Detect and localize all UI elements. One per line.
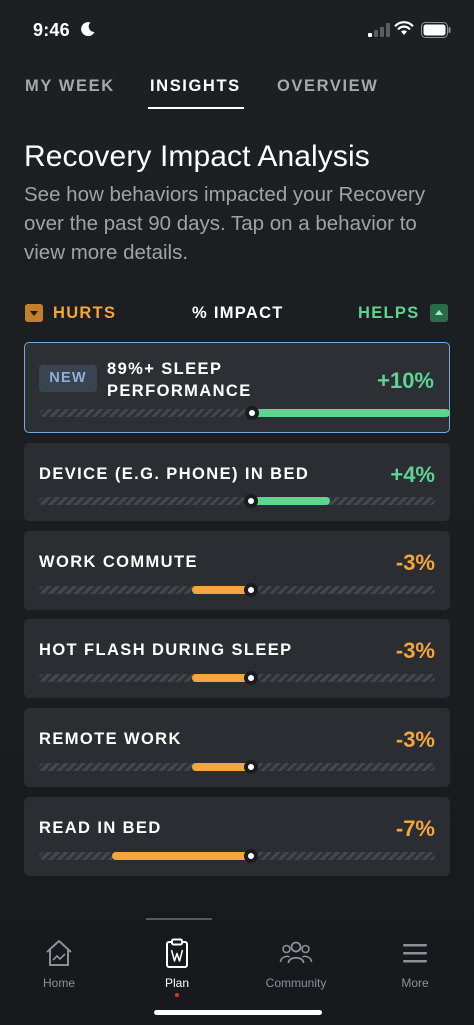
nav-community-label: Community [265, 976, 327, 990]
impact-origin-dot [245, 406, 259, 420]
impact-label: % IMPACT [192, 304, 284, 322]
impact-origin-dot [244, 494, 258, 508]
impact-origin-dot [244, 671, 258, 685]
impact-fill [112, 852, 251, 860]
impact-bar [39, 494, 435, 508]
impact-origin-dot [244, 583, 258, 597]
cellular-signal-icon [368, 23, 390, 37]
impact-legend: HURTS % IMPACT HELPS [0, 302, 474, 326]
hurts-label: HURTS [53, 304, 117, 322]
bottom-nav: Home Plan Community More [0, 918, 474, 1025]
behavior-label: WORK COMMUTE [39, 553, 198, 571]
behavior-card-read-in-bed[interactable]: READ IN BED -7% [24, 797, 450, 876]
behavior-card-remote-work[interactable]: REMOTE WORK -3% [24, 708, 450, 787]
behavior-card-device-in-bed[interactable]: DEVICE (E.G. PHONE) IN BED +4% [24, 443, 450, 521]
tab-overview[interactable]: OVERVIEW [277, 77, 378, 96]
impact-fill [191, 674, 251, 682]
impact-fill [191, 586, 251, 594]
behavior-label-line2: PERFORMANCE [107, 382, 252, 400]
plan-clipboard-icon [166, 938, 188, 968]
impact-fill [191, 763, 251, 771]
caret-up-icon [430, 304, 448, 322]
nav-divider [146, 918, 212, 920]
behavior-card-hot-flash[interactable]: HOT FLASH DURING SLEEP -3% [24, 619, 450, 698]
behavior-card-work-commute[interactable]: WORK COMMUTE -3% [24, 531, 450, 610]
impact-value: -3% [395, 550, 435, 575]
top-tabs: MY WEEK INSIGHTS OVERVIEW [0, 77, 474, 111]
impact-track [39, 497, 435, 505]
behavior-card-sleep-performance[interactable]: NEW 89%+ SLEEP PERFORMANCE +10% [24, 342, 450, 433]
page-title: Recovery Impact Analysis [24, 140, 370, 173]
wifi-icon [394, 21, 414, 35]
home-indicator [154, 1010, 322, 1015]
nav-home[interactable]: Home [14, 938, 104, 990]
impact-value: +10% [377, 368, 434, 393]
tab-insights[interactable]: INSIGHTS [150, 77, 241, 96]
nav-plan-label: Plan [164, 976, 190, 990]
nav-more[interactable]: More [370, 938, 460, 990]
battery-icon [421, 22, 451, 38]
page-subtitle: See how behaviors impacted your Recovery… [24, 183, 426, 264]
nav-more-label: More [401, 976, 429, 990]
nav-community[interactable]: Community [251, 938, 341, 990]
behavior-label: DEVICE (E.G. PHONE) IN BED [39, 465, 310, 483]
moon-icon [81, 22, 95, 37]
impact-bar [39, 671, 435, 685]
impact-value: +4% [390, 462, 435, 487]
impact-value: -3% [395, 638, 435, 663]
behavior-label: READ IN BED [39, 819, 162, 837]
impact-bar [39, 849, 435, 863]
impact-bar [40, 406, 450, 420]
impact-fill [252, 409, 450, 417]
nav-home-label: Home [42, 976, 75, 990]
status-bar: 9:46 [0, 0, 474, 60]
nav-plan[interactable]: Plan [132, 938, 222, 997]
impact-bar [39, 583, 435, 597]
impact-origin-dot [244, 849, 258, 863]
impact-value: -3% [395, 727, 435, 752]
active-tab-indicator [148, 107, 244, 109]
home-icon [46, 940, 72, 966]
tab-my-week[interactable]: MY WEEK [25, 77, 115, 96]
menu-icon [403, 944, 427, 963]
caret-down-icon [25, 304, 43, 322]
behavior-label: HOT FLASH DURING SLEEP [39, 641, 293, 659]
status-time: 9:46 [33, 20, 70, 40]
impact-value: -7% [395, 816, 435, 841]
active-indicator-dot [175, 993, 179, 997]
impact-fill [251, 497, 331, 505]
community-icon [279, 941, 313, 964]
new-badge: NEW [39, 365, 97, 392]
helps-label: HELPS [358, 304, 420, 322]
impact-bar [39, 760, 435, 774]
behavior-label-line1: 89%+ SLEEP [107, 360, 223, 378]
behavior-label: REMOTE WORK [39, 730, 182, 748]
impact-origin-dot [244, 760, 258, 774]
